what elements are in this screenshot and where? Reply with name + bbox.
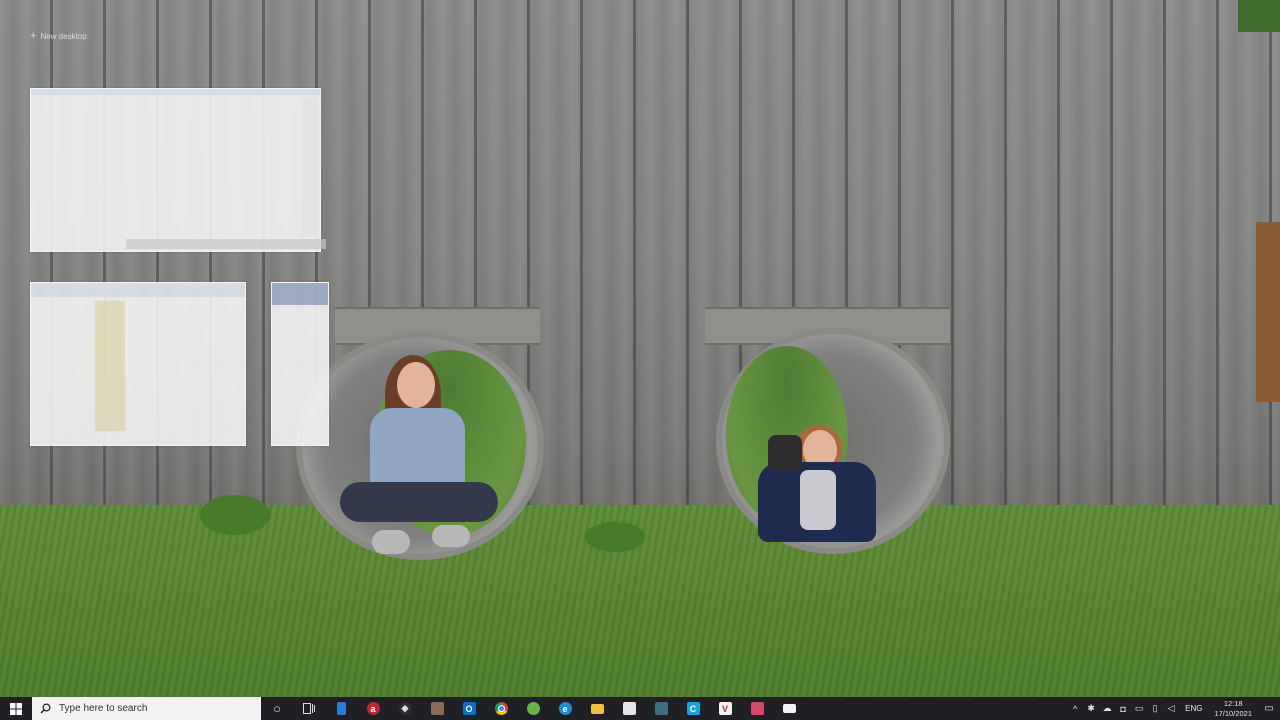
edge-icon: e: [558, 702, 572, 715]
taskbar-app[interactable]: [485, 697, 517, 720]
outlook-icon: O: [462, 702, 476, 715]
app-window-icon: [782, 704, 796, 713]
wooden-fence: [0, 0, 1280, 545]
taskbar-app[interactable]: a: [357, 697, 389, 720]
new-desktop-label: New desktop: [40, 31, 87, 41]
app-stack-icon: [750, 702, 764, 715]
task-view-button[interactable]: [293, 697, 325, 720]
taskbar-app[interactable]: O: [453, 697, 485, 720]
tree-foliage: [1238, 0, 1280, 32]
taskbar-app[interactable]: [613, 697, 645, 720]
system-tray: ^ ✱ ☁ ◘ ▭ ▯ ◁ ENG 12:18 17/10/2021 ▭: [1067, 697, 1280, 720]
wooden-post: [1256, 222, 1280, 402]
search-input[interactable]: Type here to search: [32, 697, 261, 720]
clock[interactable]: 12:18 17/10/2021: [1214, 699, 1252, 719]
new-desktop-button[interactable]: + New desktop: [30, 30, 87, 42]
taskbar-app[interactable]: [421, 697, 453, 720]
store-icon: [622, 702, 636, 715]
taskbar-app[interactable]: ◆: [389, 697, 421, 720]
task-view-icon: [303, 703, 315, 714]
network-icon[interactable]: ▭: [1131, 703, 1147, 714]
app-active-icon: [526, 702, 540, 715]
taskbar-app[interactable]: [581, 697, 613, 720]
taskbar: Type here to search ○ a ◆ O e C V ^ ✱ ☁ …: [0, 697, 1280, 720]
taskbar-app[interactable]: [645, 697, 677, 720]
cortana-button[interactable]: ○: [261, 697, 293, 720]
clock-date: 17/10/2021: [1214, 708, 1252, 718]
notification-icon[interactable]: ▭: [1258, 703, 1280, 714]
search-placeholder: Type here to search: [59, 703, 148, 714]
app-c-icon: C: [686, 702, 700, 715]
taskbar-app[interactable]: [741, 697, 773, 720]
file-explorer-icon: [590, 703, 604, 714]
inkscape-icon: ◆: [398, 702, 412, 715]
file-icon: [336, 702, 346, 715]
shield-icon[interactable]: ◘: [1115, 704, 1131, 714]
onedrive-icon[interactable]: ☁: [1099, 703, 1115, 714]
window-thumbnail[interactable]: [30, 282, 246, 446]
windows-logo-icon: [10, 702, 22, 715]
battery-icon[interactable]: ▯: [1147, 703, 1163, 714]
bluetooth-icon[interactable]: ✱: [1083, 703, 1099, 714]
app-red-icon: a: [366, 702, 380, 715]
window-thumbnail[interactable]: [30, 88, 326, 252]
plus-icon: +: [30, 30, 37, 42]
taskbar-app[interactable]: [773, 697, 805, 720]
chrome-icon: [494, 702, 508, 715]
app-grid-icon: [654, 702, 668, 715]
cortana-icon: ○: [273, 701, 281, 716]
app-v-icon: V: [718, 702, 732, 715]
volume-icon[interactable]: ◁: [1163, 703, 1179, 714]
clock-time: 12:18: [1223, 698, 1243, 708]
taskbar-app[interactable]: [325, 697, 357, 720]
start-button[interactable]: [0, 697, 32, 720]
language-indicator[interactable]: ENG: [1185, 704, 1202, 713]
search-icon: [40, 703, 51, 714]
app-photo-icon: [430, 702, 444, 715]
window-thumbnail[interactable]: [271, 282, 329, 446]
plant: [200, 495, 270, 535]
taskbar-app[interactable]: e: [549, 697, 581, 720]
taskbar-app[interactable]: V: [709, 697, 741, 720]
taskbar-app[interactable]: C: [677, 697, 709, 720]
plant: [585, 522, 645, 552]
taskbar-app-active[interactable]: [517, 697, 549, 720]
chevron-up-icon[interactable]: ^: [1067, 704, 1083, 714]
